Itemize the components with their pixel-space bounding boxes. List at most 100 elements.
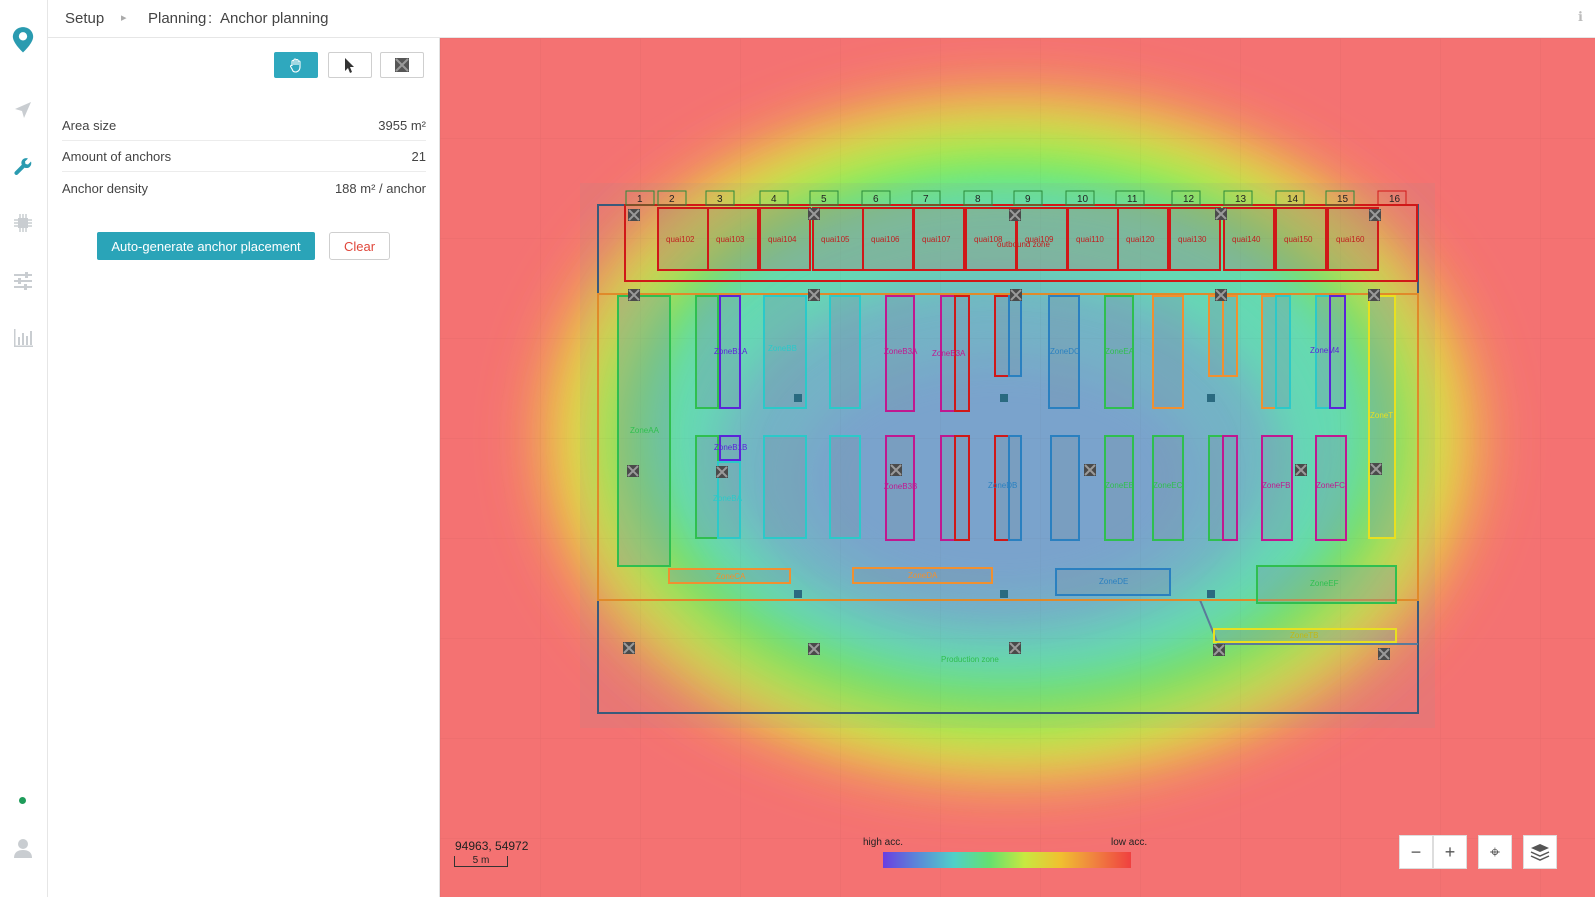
chip-icon[interactable] [11, 211, 35, 235]
breadcrumb-separator: : [208, 10, 213, 27]
quai-label: quai103 [716, 235, 745, 244]
dock-number: 6 [873, 194, 879, 205]
svg-text:ZoneDA: ZoneDA [908, 571, 938, 580]
dock-number: 8 [975, 194, 981, 205]
cursor-coordinates: 94963, 54972 [455, 839, 529, 853]
svg-text:ZoneEC: ZoneEC [1153, 481, 1183, 490]
anchor-marker [1009, 642, 1021, 654]
anchor-marker [808, 208, 820, 220]
anchor-marker [1295, 464, 1307, 476]
tool-select[interactable] [328, 52, 372, 78]
anchor-marker [1369, 209, 1381, 221]
svg-text:ZoneCA: ZoneCA [716, 572, 746, 581]
navigation-arrow-icon[interactable] [11, 98, 35, 122]
zoom-out-button[interactable]: − [1399, 835, 1433, 869]
bar-chart-icon[interactable] [11, 326, 35, 350]
svg-text:ZoneB3A: ZoneB3A [884, 347, 918, 356]
wrench-icon[interactable] [11, 155, 35, 179]
anchor-marker [1215, 289, 1227, 301]
info-icon[interactable]: ℹ [1578, 9, 1583, 25]
stat-value: 3955 m² [378, 118, 426, 133]
recenter-button[interactable]: ⌖ [1478, 835, 1512, 869]
svg-text:ZoneEB: ZoneEB [1105, 481, 1134, 490]
svg-text:ZoneFB: ZoneFB [1262, 481, 1290, 490]
planning-panel: Area size 3955 m² Amount of anchors 21 A… [48, 38, 440, 897]
quai-label: quai107 [922, 235, 951, 244]
dock-number: 3 [717, 194, 723, 205]
quai-label: quai104 [768, 235, 797, 244]
pointer-cursor-icon [345, 58, 354, 73]
anchor-marker [1009, 209, 1021, 221]
quai-label: quai106 [871, 235, 900, 244]
quai-label: quai140 [1232, 235, 1261, 244]
stat-area-size: Area size 3955 m² [62, 109, 426, 141]
quai-label: quai150 [1284, 235, 1313, 244]
dock-number: 12 [1183, 194, 1195, 205]
svg-text:ZoneB3B: ZoneB3B [884, 482, 917, 491]
stat-value: 188 m² / anchor [334, 181, 426, 196]
dock-number: 7 [923, 194, 929, 205]
anchor-marker [1368, 289, 1380, 301]
dock-number: 10 [1077, 194, 1089, 205]
tool-pan[interactable] [274, 52, 318, 78]
dock-number: 13 [1235, 194, 1247, 205]
top-bar: Setup ▸ Planning : Anchor planning ℹ [48, 0, 1595, 38]
svg-text:ZoneDC: ZoneDC [1050, 347, 1080, 356]
dock-number: 5 [821, 194, 827, 205]
auto-generate-button[interactable]: Auto-generate anchor placement [97, 232, 315, 260]
anchor-marker [1378, 648, 1390, 660]
stat-anchor-density: Anchor density 188 m² / anchor [62, 172, 426, 203]
clear-button[interactable]: Clear [329, 232, 390, 260]
pan-hand-icon [289, 58, 301, 73]
quai-label: quai160 [1336, 235, 1365, 244]
anchor-marker [1010, 289, 1022, 301]
layers-icon [1530, 844, 1550, 861]
dock-number: 16 [1389, 194, 1401, 205]
quai-label: quai130 [1178, 235, 1207, 244]
svg-text:ZoneFC: ZoneFC [1316, 481, 1345, 490]
svg-text:ZoneTB: ZoneTB [1290, 631, 1318, 640]
layers-button[interactable] [1523, 835, 1557, 869]
accuracy-legend-bar [883, 852, 1131, 868]
stat-label: Anchor density [62, 181, 148, 196]
anchor-marker [1215, 208, 1227, 220]
logo-pin-icon[interactable] [11, 27, 35, 53]
quai-label: quai120 [1126, 235, 1155, 244]
stat-anchor-count: Amount of anchors 21 [62, 140, 426, 172]
anchor-marker [1213, 644, 1225, 656]
breadcrumb-setup[interactable]: Setup [65, 10, 104, 27]
user-icon[interactable] [11, 836, 35, 860]
dock-number: 15 [1337, 194, 1349, 205]
dock-number: 4 [771, 194, 777, 205]
stat-label: Amount of anchors [62, 149, 172, 164]
anchor-marker [1084, 464, 1096, 476]
page-title: Anchor planning [220, 10, 329, 27]
outbound-zone-label: outbound zone [997, 240, 1050, 249]
svg-text:ZoneB3A: ZoneB3A [932, 349, 966, 358]
heatmap-svg: quai102 quai103 quai104 quai105 quai106 quai1… [440, 38, 1595, 897]
svg-text:Production zone: Production zone [941, 655, 999, 664]
sliders-icon[interactable] [11, 269, 35, 293]
anchor-square-icon [395, 58, 409, 72]
tool-anchor[interactable] [380, 52, 424, 78]
scale-bar: 5 m [454, 856, 508, 867]
svg-text:ZoneB1B: ZoneB1B [714, 443, 747, 452]
svg-text:ZoneDB: ZoneDB [988, 481, 1017, 490]
status-dot [19, 797, 26, 804]
nav-rail [0, 0, 48, 897]
breadcrumb-section: Planning [148, 10, 207, 27]
dock-number: 11 [1127, 194, 1138, 205]
anchor-marker [890, 464, 902, 476]
zoom-in-button[interactable]: + [1433, 835, 1467, 869]
svg-text:ZoneB1A: ZoneB1A [714, 347, 748, 356]
anchor-marker [623, 642, 635, 654]
anchor-marker [808, 643, 820, 655]
svg-text:ZoneDE: ZoneDE [1099, 577, 1128, 586]
quai-label: quai102 [666, 235, 695, 244]
svg-text:ZoneAA: ZoneAA [630, 426, 660, 435]
svg-text:ZoneEA: ZoneEA [1105, 347, 1135, 356]
map-canvas[interactable]: quai102 quai103 quai104 quai105 quai106 quai1… [440, 38, 1595, 897]
anchor-marker [808, 289, 820, 301]
anchor-marker [628, 289, 640, 301]
plus-icon: + [1444, 841, 1456, 862]
